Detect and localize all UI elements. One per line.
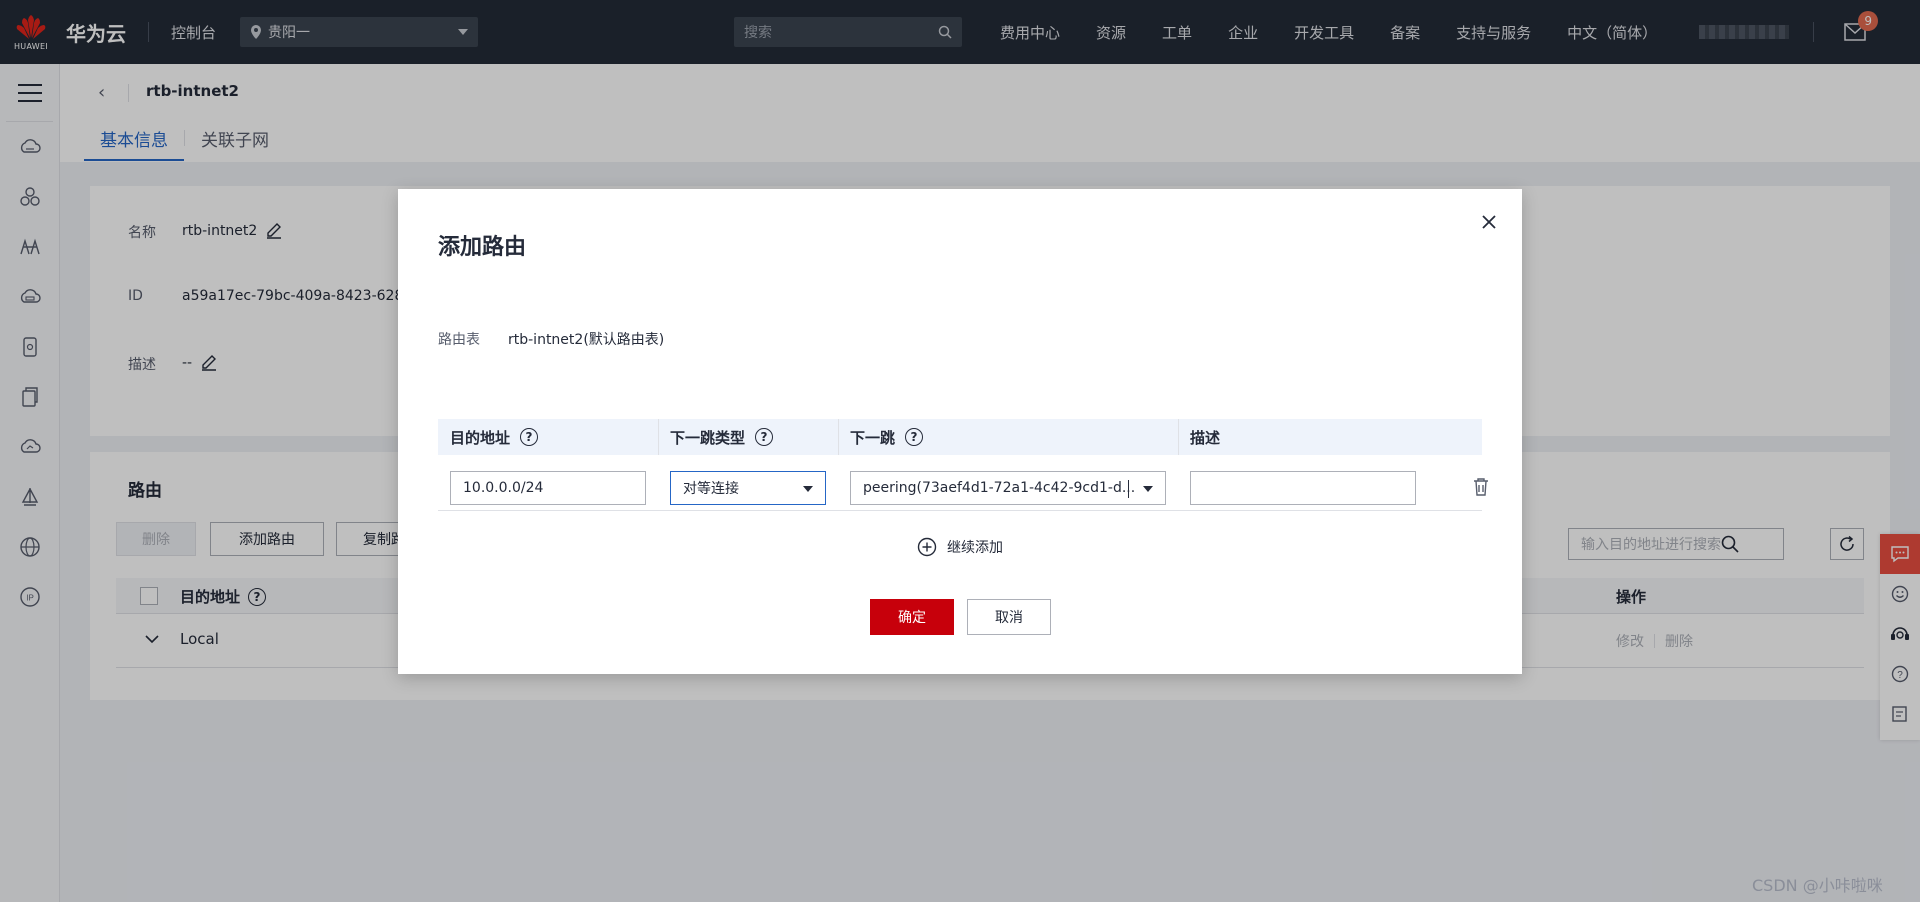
nexthop-select[interactable]: peering(73aef4d1-72a1-4c42-9cd1-d... — [850, 471, 1166, 505]
chevron-down-icon — [1143, 486, 1153, 492]
col-nexthop-label: 下一跳 — [850, 428, 896, 447]
trash-icon[interactable] — [1472, 477, 1490, 497]
nexthop-value: peering(73aef4d1-72a1-4c42-9cd1-d... — [863, 480, 1136, 496]
nexthop-type-select[interactable]: 对等连接 — [670, 471, 826, 505]
divider — [1178, 419, 1179, 455]
route-entry-row: 10.0.0.0/24 对等连接 peering(73aef4d1-72a1-4… — [438, 455, 1488, 511]
route-entry-table-header: 目的地址 ? 下一跳类型 ? 下一跳 ? 描述 — [438, 419, 1482, 455]
cancel-button[interactable]: 取消 — [967, 599, 1051, 635]
col-destination-label: 目的地址 — [450, 428, 511, 447]
col-nexthop-type: 下一跳类型 ? — [670, 419, 774, 455]
divider — [658, 419, 659, 455]
col-description: 描述 — [1190, 428, 1221, 447]
add-route-dialog: 添加路由 路由表 rtb-intnet2(默认路由表) 目的地址 ? 下一跳类型… — [398, 189, 1522, 674]
col-nexthop: 下一跳 ? — [850, 419, 924, 455]
col-destination: 目的地址 ? — [450, 419, 539, 455]
divider — [838, 419, 839, 455]
dialog-title: 添加路由 — [438, 235, 527, 260]
confirm-button[interactable]: 确定 — [870, 599, 954, 635]
nexthop-type-value: 对等连接 — [683, 481, 739, 497]
route-table-value: rtb-intnet2(默认路由表) — [508, 332, 665, 348]
help-icon[interactable]: ? — [755, 428, 774, 446]
help-icon[interactable]: ? — [905, 428, 924, 446]
close-icon[interactable] — [1478, 211, 1500, 233]
add-more-button[interactable]: 继续添加 — [398, 537, 1522, 557]
watermark-text: CSDN @小咔啦咪 — [1752, 876, 1883, 895]
help-icon[interactable]: ? — [520, 428, 539, 446]
description-input[interactable] — [1190, 471, 1416, 505]
chevron-down-icon — [803, 486, 813, 492]
plus-circle-icon — [917, 537, 937, 557]
add-more-label: 继续添加 — [947, 540, 1003, 556]
divider — [1128, 480, 1129, 498]
route-table-label: 路由表 — [438, 332, 480, 348]
destination-input[interactable]: 10.0.0.0/24 — [450, 471, 646, 505]
col-nexthop-type-label: 下一跳类型 — [670, 428, 746, 447]
